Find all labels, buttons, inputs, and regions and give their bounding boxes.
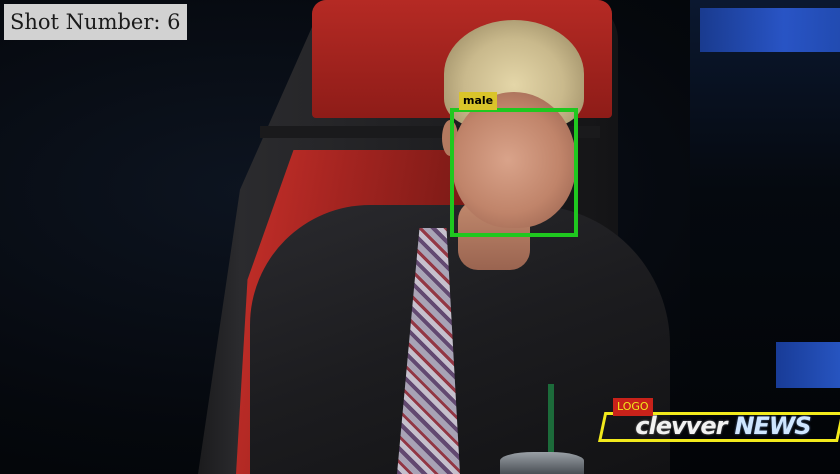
face-detection-tag: male [459, 92, 498, 110]
video-frame: Shot Number: 6 male clevver NEWS LOGO [0, 0, 840, 474]
logo-detection-box [598, 412, 840, 442]
logo-detection-tag: LOGO [613, 398, 653, 416]
background-blue-screen [700, 8, 840, 52]
background-studio-light [690, 0, 840, 474]
face-detection-box [450, 108, 578, 237]
cup-straw [548, 384, 554, 458]
drink-cup [500, 452, 584, 474]
shot-number-label: Shot Number: 6 [4, 4, 187, 40]
background-blue-screen [776, 342, 840, 388]
